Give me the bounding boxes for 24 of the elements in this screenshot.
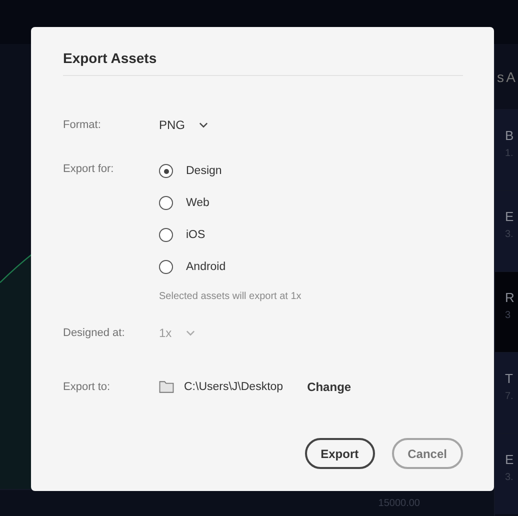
panel-heading: s A bbox=[496, 68, 516, 87]
chevron-icon bbox=[186, 330, 195, 336]
cancel-button[interactable]: Cancel bbox=[392, 438, 463, 469]
field-label: Export for: bbox=[63, 163, 115, 175]
radio-option[interactable]: Design bbox=[159, 163, 302, 179]
format-dropdown[interactable]: PNG bbox=[159, 118, 208, 132]
export-button[interactable]: Export bbox=[304, 438, 375, 469]
radio-option[interactable]: Android bbox=[159, 259, 302, 275]
list-item[interactable]: R 3 bbox=[495, 271, 518, 352]
field-label: Format: bbox=[63, 119, 102, 131]
radio-button[interactable] bbox=[159, 228, 173, 242]
radio-option[interactable]: Web bbox=[159, 195, 302, 211]
radio-option[interactable]: iOS bbox=[159, 227, 302, 243]
folder-path: C:\Users\J\Desktop bbox=[184, 381, 284, 393]
radio-button[interactable] bbox=[159, 164, 173, 178]
radio-button[interactable] bbox=[159, 196, 173, 210]
field-label: Export to: bbox=[63, 381, 112, 393]
hint-text: Selected assets will export at 1x bbox=[159, 291, 302, 302]
dialog-title: Export Assets bbox=[63, 50, 463, 76]
change-link[interactable]: Change bbox=[307, 380, 352, 394]
field-label: Designed at: bbox=[63, 327, 126, 339]
radio-button[interactable] bbox=[159, 260, 173, 274]
chevron-icon bbox=[199, 122, 208, 128]
folder-icon bbox=[159, 381, 174, 393]
